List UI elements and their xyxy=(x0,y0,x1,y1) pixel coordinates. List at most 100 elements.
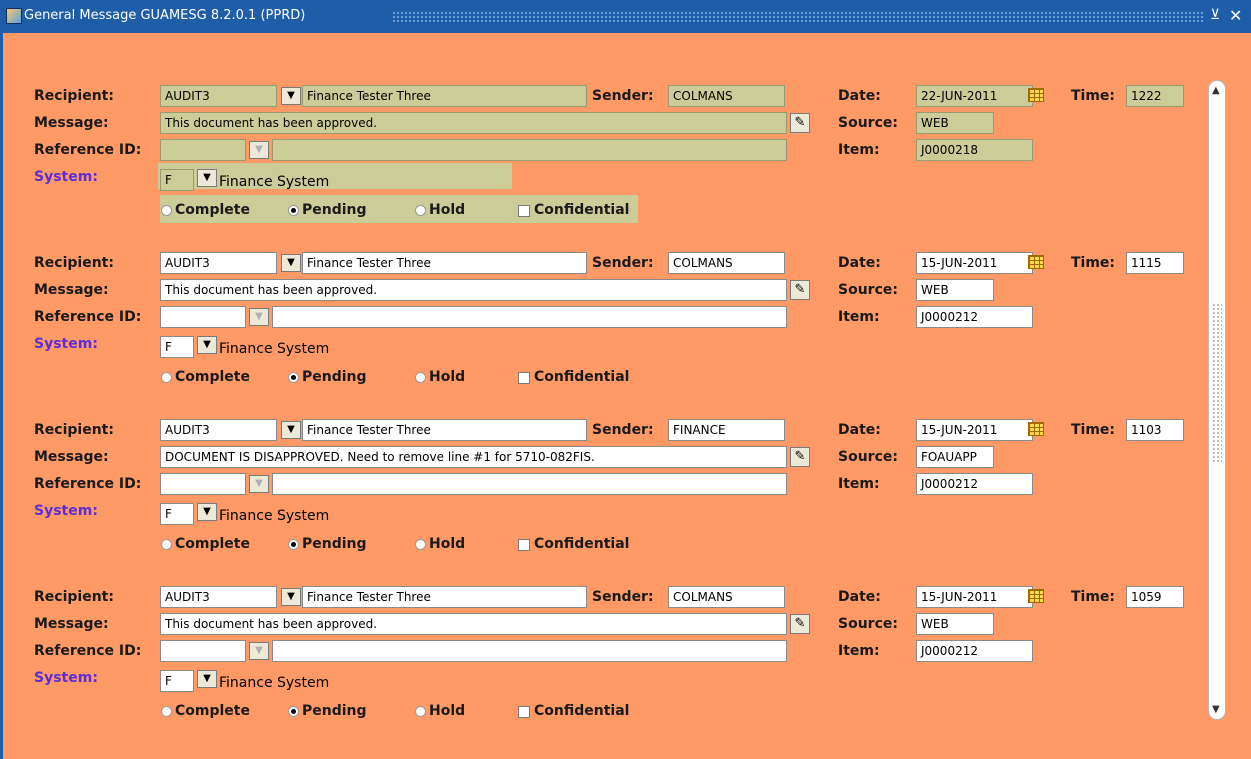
time-field[interactable]: 1059 xyxy=(1126,586,1184,608)
message-field[interactable]: This document has been approved. xyxy=(160,279,787,301)
confidential-label: Confidential xyxy=(534,369,630,385)
item-field[interactable]: J0000212 xyxy=(916,473,1033,495)
sender-field[interactable]: COLMANS xyxy=(668,252,785,274)
status-complete-radio[interactable] xyxy=(161,539,172,550)
calendar-icon[interactable] xyxy=(1028,255,1044,269)
calendar-icon[interactable] xyxy=(1028,589,1044,603)
system-code-field[interactable]: F xyxy=(160,670,194,692)
message-field[interactable]: DOCUMENT IS DISAPPROVED. Need to remove … xyxy=(160,446,787,468)
system-name: Finance System xyxy=(219,675,330,691)
scroll-down-icon[interactable]: ▼ xyxy=(1212,704,1220,715)
recipient-label: Recipient: xyxy=(34,422,114,438)
title-bar[interactable]: General Message GUAMESG 8.2.0.1 (PPRD) ⊻… xyxy=(0,0,1251,33)
source-label: Source: xyxy=(838,449,898,465)
status-complete-radio[interactable] xyxy=(161,372,172,383)
date-field[interactable]: 15-JUN-2011 xyxy=(916,252,1033,274)
recipient-dropdown-icon[interactable]: ▼ xyxy=(281,421,301,439)
status-hold-radio[interactable] xyxy=(415,205,426,216)
sender-field[interactable]: FINANCE xyxy=(668,419,785,441)
recipient-dropdown-icon[interactable]: ▼ xyxy=(281,254,301,272)
status-hold-label: Hold xyxy=(429,703,466,719)
system-name: Finance System xyxy=(219,174,330,190)
reference-desc-field xyxy=(272,306,787,328)
source-field[interactable]: WEB xyxy=(916,613,994,635)
system-dropdown-icon[interactable]: ▼ xyxy=(197,503,217,521)
date-field[interactable]: 15-JUN-2011 xyxy=(916,586,1033,608)
status-pending-radio[interactable] xyxy=(288,539,299,550)
confidential-checkbox[interactable] xyxy=(518,539,530,551)
reference-id-field[interactable] xyxy=(160,473,246,495)
general-message-window: General Message GUAMESG 8.2.0.1 (PPRD) ⊻… xyxy=(0,0,1251,759)
date-label: Date: xyxy=(838,422,881,438)
reference-id-label: Reference ID: xyxy=(34,309,142,325)
system-dropdown-icon[interactable]: ▼ xyxy=(197,169,217,187)
date-field[interactable]: 22-JUN-2011 xyxy=(916,85,1033,107)
edit-message-icon[interactable]: ✎ xyxy=(790,280,810,300)
recipient-name-field: Finance Tester Three xyxy=(302,419,587,441)
recipient-id-field[interactable]: AUDIT3 xyxy=(160,252,277,274)
item-label: Item: xyxy=(838,142,880,158)
message-field[interactable]: This document has been approved. xyxy=(160,613,787,635)
system-name: Finance System xyxy=(219,341,330,357)
status-pending-label: Pending xyxy=(302,202,367,218)
calendar-icon[interactable] xyxy=(1028,422,1044,436)
item-field[interactable]: J0000212 xyxy=(916,640,1033,662)
item-field[interactable]: J0000218 xyxy=(916,139,1033,161)
message-label: Message: xyxy=(34,449,109,465)
system-code-field[interactable]: F xyxy=(160,169,194,191)
source-field[interactable]: WEB xyxy=(916,279,994,301)
confidential-checkbox[interactable] xyxy=(518,205,530,217)
status-hold-label: Hold xyxy=(429,369,466,385)
edit-message-icon[interactable]: ✎ xyxy=(790,113,810,133)
recipient-name-field: Finance Tester Three xyxy=(302,85,587,107)
source-field[interactable]: FOAUAPP xyxy=(916,446,994,468)
vertical-scrollbar[interactable]: ▲ ▼ xyxy=(1208,80,1226,720)
edit-message-icon[interactable]: ✎ xyxy=(790,447,810,467)
minimize-icon[interactable]: ⊻ xyxy=(1210,7,1220,23)
recipient-label: Recipient: xyxy=(34,255,114,271)
source-label: Source: xyxy=(838,616,898,632)
time-field[interactable]: 1115 xyxy=(1126,252,1184,274)
confidential-checkbox[interactable] xyxy=(518,706,530,718)
date-field[interactable]: 15-JUN-2011 xyxy=(916,419,1033,441)
scroll-thumb-grip[interactable] xyxy=(1212,303,1222,463)
reference-id-field[interactable] xyxy=(160,139,246,161)
status-pending-radio[interactable] xyxy=(288,372,299,383)
time-field[interactable]: 1103 xyxy=(1126,419,1184,441)
time-field[interactable]: 1222 xyxy=(1126,85,1184,107)
source-label: Source: xyxy=(838,115,898,131)
recipient-dropdown-icon[interactable]: ▼ xyxy=(281,87,301,105)
sender-field[interactable]: COLMANS xyxy=(668,586,785,608)
recipient-id-field[interactable]: AUDIT3 xyxy=(160,419,277,441)
status-complete-label: Complete xyxy=(175,703,250,719)
reference-id-field[interactable] xyxy=(160,640,246,662)
system-code-field[interactable]: F xyxy=(160,336,194,358)
time-label: Time: xyxy=(1071,422,1116,438)
status-complete-label: Complete xyxy=(175,536,250,552)
sender-field[interactable]: COLMANS xyxy=(668,85,785,107)
item-field[interactable]: J0000212 xyxy=(916,306,1033,328)
edit-message-icon[interactable]: ✎ xyxy=(790,614,810,634)
status-complete-radio[interactable] xyxy=(161,205,172,216)
status-pending-radio[interactable] xyxy=(288,205,299,216)
status-hold-radio[interactable] xyxy=(415,539,426,550)
reference-dropdown-icon: ▼ xyxy=(249,475,269,493)
reference-id-field[interactable] xyxy=(160,306,246,328)
status-hold-radio[interactable] xyxy=(415,706,426,717)
message-field[interactable]: This document has been approved. xyxy=(160,112,787,134)
system-dropdown-icon[interactable]: ▼ xyxy=(197,670,217,688)
status-pending-radio[interactable] xyxy=(288,706,299,717)
system-code-field[interactable]: F xyxy=(160,503,194,525)
scroll-up-icon[interactable]: ▲ xyxy=(1212,85,1220,96)
status-hold-radio[interactable] xyxy=(415,372,426,383)
close-icon[interactable]: ✕ xyxy=(1229,6,1242,25)
source-field[interactable]: WEB xyxy=(916,112,994,134)
message-label: Message: xyxy=(34,282,109,298)
recipient-id-field[interactable]: AUDIT3 xyxy=(160,586,277,608)
calendar-icon[interactable] xyxy=(1028,88,1044,102)
system-dropdown-icon[interactable]: ▼ xyxy=(197,336,217,354)
status-complete-radio[interactable] xyxy=(161,706,172,717)
confidential-checkbox[interactable] xyxy=(518,372,530,384)
recipient-dropdown-icon[interactable]: ▼ xyxy=(281,588,301,606)
recipient-id-field[interactable]: AUDIT3 xyxy=(160,85,277,107)
